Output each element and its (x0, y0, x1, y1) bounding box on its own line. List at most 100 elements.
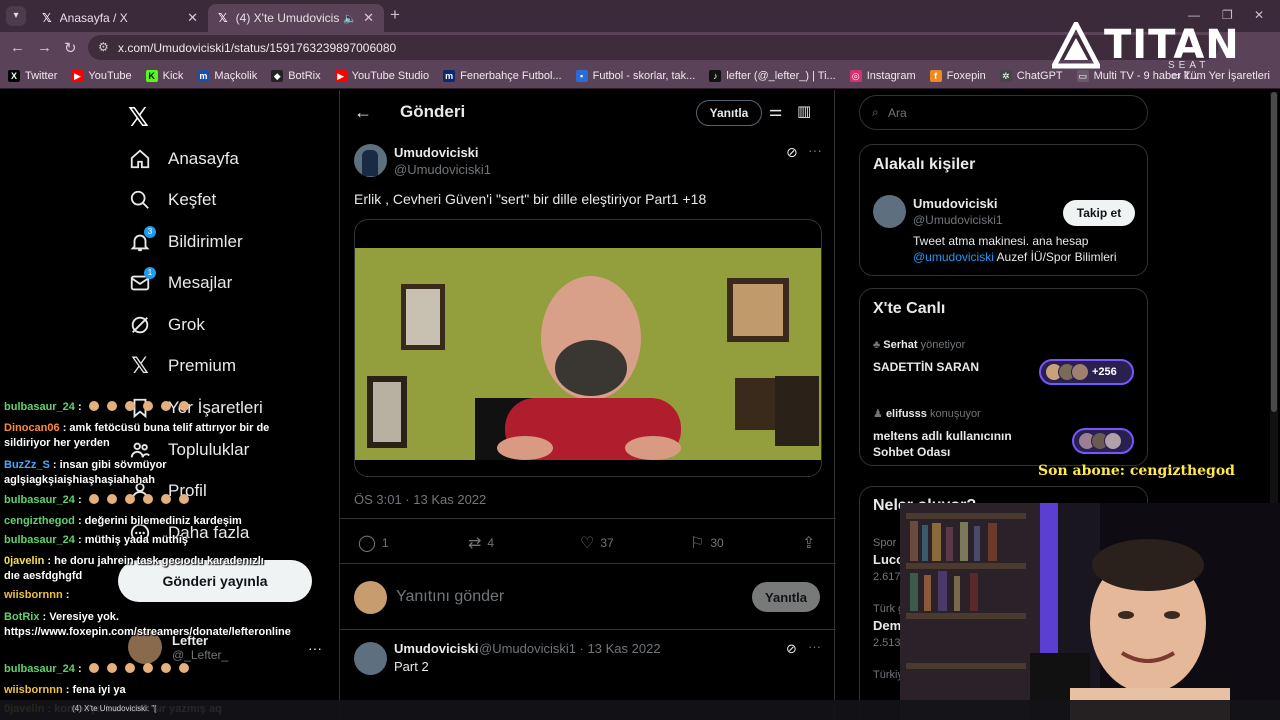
trend-category: Spor · (873, 537, 903, 549)
avatar[interactable] (873, 195, 906, 228)
chat-username[interactable]: bulbasaur_24 (4, 401, 75, 413)
header-reply-button[interactable]: Yanıtla (696, 100, 762, 126)
space-listeners-pill[interactable] (1072, 428, 1134, 454)
reply-action[interactable]: ◯ 1 (358, 533, 389, 553)
bookmark-tiktok[interactable]: ♪ lefter (@_lefter_) | Ti... (709, 69, 836, 82)
tab-home[interactable]: 𝕏 Anasayfa / X ✕ (32, 4, 208, 32)
chat-username[interactable]: bulbasaur_24 (4, 534, 75, 546)
chat-username[interactable]: Dinocan06 (4, 422, 60, 434)
post-video[interactable] (354, 219, 822, 477)
reply-icon: ◯ (358, 535, 376, 552)
taskbar-item[interactable]: (4) X'te Umudoviciski: "[ (72, 704, 156, 713)
forward-arrow-icon[interactable]: → (37, 39, 52, 56)
thread-author-meta[interactable]: @Umudoviciski1 · 13 Kas 2022 (479, 641, 661, 656)
chat-emote-icon (142, 494, 153, 504)
bookmark-youtube-studio[interactable]: ▶ YouTube Studio (334, 69, 429, 82)
chat-username[interactable]: wiisbornnn (4, 684, 63, 696)
speaker-icon[interactable]: 🔈 (343, 12, 357, 25)
nav-notifications[interactable]: 3 Bildirimler (128, 222, 243, 262)
relevant-handle[interactable]: @Umudoviciski1 (913, 213, 1003, 227)
nav-premium[interactable]: 𝕏 Premium (128, 346, 236, 386)
relevant-people-card: Alakalı kişiler Umudoviciski @Umudovicis… (859, 144, 1148, 276)
bookmark-botrix[interactable]: ◆ BotRix (271, 69, 321, 82)
listener-count: +256 (1092, 366, 1117, 378)
nav-explore[interactable]: Keşfet (128, 180, 216, 220)
space-title[interactable]: meltens adlı kullanıcının Sohbet Odası (873, 428, 1033, 460)
chat-username[interactable]: cengizthegod (4, 515, 75, 527)
share-action[interactable]: ⇪ (802, 533, 821, 553)
close-icon[interactable]: ✕ (363, 10, 374, 26)
search-input[interactable]: ⌕ Ara (859, 95, 1148, 130)
relevant-name[interactable]: Umudoviciski (913, 196, 998, 211)
bookmark-twitter[interactable]: X Twitter (8, 69, 57, 82)
bookmark-kick[interactable]: K Kick (145, 69, 183, 82)
chat-separator: : (74, 515, 85, 527)
chat-username[interactable]: BuzZz_S (4, 459, 50, 471)
bell-icon: 3 (128, 226, 156, 254)
chat-username[interactable]: wiisbornnn (4, 589, 63, 601)
avatar[interactable] (354, 642, 387, 675)
grok-icon[interactable]: ⊘ (786, 144, 798, 161)
bookmark-foxepin[interactable]: f Foxepin (929, 69, 986, 82)
repost-action[interactable]: ⇄ 4 (468, 533, 494, 553)
heart-icon: ♡ (580, 535, 595, 552)
chat-username[interactable]: 0javelin (4, 555, 44, 567)
trend-name[interactable]: Dem (873, 618, 901, 633)
bookmark-youtube[interactable]: ▶ YouTube (71, 69, 132, 82)
chat-username[interactable]: BotRix (4, 611, 39, 623)
back-arrow-icon[interactable]: ← (354, 102, 372, 123)
more-dots-icon[interactable]: ··· (808, 142, 822, 158)
follow-button[interactable]: Takip et (1063, 200, 1135, 226)
close-icon[interactable]: ✕ (187, 10, 198, 26)
titan-logo-icon (1052, 22, 1100, 69)
chat-message: 0javelin : he doru jahrein task gecıodu … (4, 554, 272, 584)
chat-message: bulbasaur_24 : (4, 662, 272, 677)
repost-icon: ⇄ (468, 535, 482, 552)
bookmark-futbol[interactable]: ▪ Futbol - skorlar, tak... (575, 69, 695, 82)
chat-emote-icon (178, 494, 189, 504)
nav-grok[interactable]: Grok (128, 305, 205, 345)
trend-name[interactable]: Lucc (873, 552, 903, 567)
tab-post[interactable]: 𝕏 (4) X'te Umudoviciski: "Erlik 🔈 ✕ (208, 4, 384, 32)
nav-home[interactable]: Anasayfa (128, 139, 239, 179)
scrollbar-thumb[interactable] (1271, 92, 1277, 412)
more-dots-icon[interactable]: ··· (308, 640, 322, 656)
grok-icon[interactable]: ⊘ (786, 641, 797, 657)
post-text: Erlik , Cevheri Güven'i "sert" bir dille… (354, 191, 707, 207)
like-action[interactable]: ♡ 37 (580, 533, 614, 553)
post-timestamp[interactable]: ÖS 3:01 · 13 Kas 2022 (354, 492, 486, 507)
site-info-icon[interactable]: ⚙ (98, 40, 109, 54)
chat-message: bulbasaur_24 : müthiş yada müthiş (4, 533, 272, 548)
back-arrow-icon[interactable]: ← (10, 39, 25, 56)
chat-username[interactable]: bulbasaur_24 (4, 494, 75, 506)
chat-separator: : (62, 684, 73, 696)
thread-author-name[interactable]: Umudoviciski (394, 641, 479, 656)
reply-input[interactable]: Yanıtını gönder (396, 588, 504, 606)
bookmark-instagram[interactable]: ◎ Instagram (849, 69, 916, 82)
avatar[interactable] (354, 144, 387, 177)
new-tab-button[interactable]: + (390, 5, 400, 25)
post-author-name[interactable]: Umudoviciski (394, 145, 479, 160)
bookmark-fenerbahce[interactable]: m Fenerbahçe Futbol... (443, 69, 562, 82)
space-host[interactable]: ♣ Serhat yönetiyor (873, 339, 965, 351)
x-logo-icon[interactable]: 𝕏 (128, 102, 149, 133)
nav-messages[interactable]: 1 Mesajlar (128, 263, 232, 303)
chat-emote-icon (160, 663, 171, 673)
chat-username[interactable]: bulbasaur_24 (4, 663, 75, 675)
tab-search-button[interactable]: ▾ (6, 6, 26, 26)
space-host[interactable]: ♟ elifusss konuşuyor (873, 407, 981, 420)
reader-icon[interactable]: ▥ (797, 102, 811, 120)
bookmark-action[interactable]: ⚐ 30 (690, 533, 724, 553)
bio-mention-link[interactable]: @umudoviciski (913, 250, 994, 264)
space-title[interactable]: SADETTİN SARAN (873, 359, 979, 375)
post-author-handle[interactable]: @Umudoviciski1 (394, 162, 491, 177)
space-listeners-pill[interactable]: +256 (1039, 359, 1134, 385)
reload-icon[interactable]: ↻ (64, 39, 77, 57)
chat-separator: : (74, 401, 85, 413)
bookmark-mackolik[interactable]: m Maçkolik (197, 69, 257, 82)
window-close-icon[interactable]: ✕ (1254, 8, 1264, 22)
sliders-icon[interactable]: ⚌ (769, 102, 782, 120)
reply-button[interactable]: Yanıtla (752, 582, 820, 612)
address-bar[interactable]: ⚙ x.com/Umudoviciski1/status/15917632398… (88, 35, 1218, 60)
more-dots-icon[interactable]: ··· (808, 639, 821, 654)
